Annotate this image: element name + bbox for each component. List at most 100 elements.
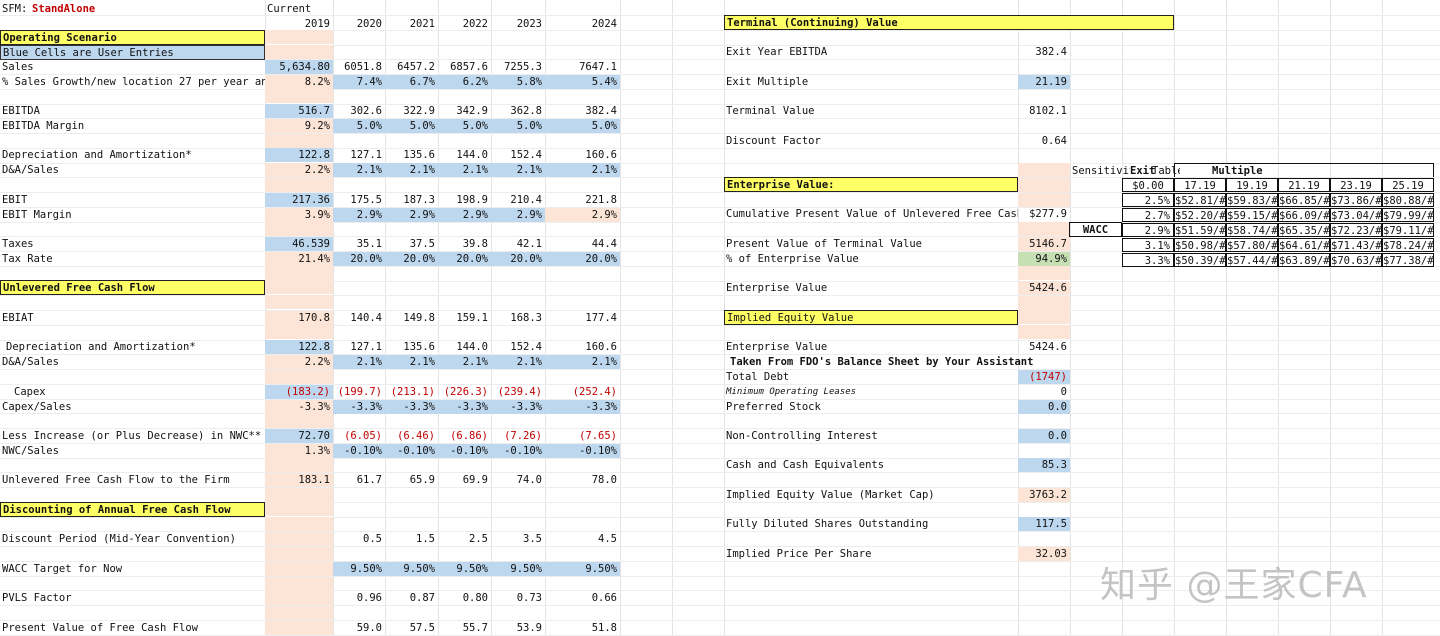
row-value: 198.9 bbox=[456, 194, 488, 206]
row-value: 9.50% bbox=[438, 562, 491, 576]
sensitivity-corner: $0.00 bbox=[1122, 178, 1174, 192]
row-value: 46.539 bbox=[265, 237, 333, 251]
row-value: 9.50% bbox=[385, 562, 438, 576]
valuation-value: 85.3 bbox=[1018, 458, 1070, 472]
row-value: 2.1% bbox=[333, 163, 385, 177]
row-value: 59.0 bbox=[356, 622, 382, 634]
row-value: 5.0% bbox=[545, 119, 620, 133]
row-value: 6051.8 bbox=[344, 61, 382, 73]
row-label: Tax Rate bbox=[2, 253, 53, 265]
row-value: 2.1% bbox=[545, 163, 620, 177]
row-value: (6.46) bbox=[397, 430, 435, 442]
row-value: 2.1% bbox=[385, 355, 438, 369]
row-value: -3.3% bbox=[545, 400, 620, 414]
row-value: 21.4% bbox=[265, 252, 333, 266]
row-value: 122.8 bbox=[265, 148, 333, 162]
row-label: Depreciation and Amortization* bbox=[6, 341, 196, 353]
valuation-value: 5424.6 bbox=[1029, 341, 1067, 353]
row-value: -3.3% bbox=[333, 400, 385, 414]
sensitivity-price: $59.83/# bbox=[1226, 193, 1278, 207]
valuation-label: Preferred Stock bbox=[726, 401, 821, 413]
row-value: 221.8 bbox=[585, 194, 617, 206]
sensitivity-price: $51.59/# bbox=[1174, 223, 1226, 237]
row-value bbox=[265, 591, 333, 605]
row-value: (6.86) bbox=[450, 430, 488, 442]
row-value: 5.0% bbox=[491, 119, 545, 133]
current-column-fill bbox=[265, 370, 333, 384]
row-label: Discount Period (Mid-Year Convention) bbox=[2, 533, 236, 545]
row-label: PVLS Factor bbox=[2, 592, 72, 604]
row-value: 2.9% bbox=[491, 208, 545, 222]
row-value: 2.5 bbox=[469, 533, 488, 545]
row-value: 9.2% bbox=[265, 119, 333, 133]
column-gridline bbox=[1382, 0, 1383, 636]
row-value: 217.36 bbox=[265, 193, 333, 207]
row-value: -0.10% bbox=[545, 444, 620, 458]
row-value: 170.8 bbox=[265, 311, 333, 325]
row-value: (183.2) bbox=[265, 385, 333, 399]
row-value: (239.4) bbox=[497, 386, 542, 398]
valuation-label: Enterprise Value bbox=[726, 282, 828, 294]
valuation-label: Present Value of Terminal Value bbox=[726, 238, 922, 250]
row-value: -3.3% bbox=[438, 400, 491, 414]
row-value: 51.8 bbox=[591, 622, 617, 634]
sensitivity-price: $66.09/# bbox=[1278, 208, 1330, 222]
value-column-fill bbox=[1018, 222, 1070, 236]
row-value: 7647.1 bbox=[579, 61, 617, 73]
value-column-fill bbox=[1018, 266, 1070, 280]
row-value: 0.87 bbox=[409, 592, 435, 604]
row-value: 2.1% bbox=[438, 355, 491, 369]
row-value: 65.9 bbox=[409, 474, 435, 486]
row-value: -3.3% bbox=[491, 400, 545, 414]
row-value: 168.3 bbox=[510, 312, 542, 324]
valuation-value: 0.0 bbox=[1018, 429, 1070, 443]
row-value: (7.26) bbox=[504, 430, 542, 442]
row-value: 175.5 bbox=[350, 194, 382, 206]
sensitivity-price: $52.20/# bbox=[1174, 208, 1226, 222]
row-value: 382.4 bbox=[585, 105, 617, 117]
sensitivity-price: $78.24/# bbox=[1382, 238, 1434, 252]
model-name: StandAlone bbox=[32, 3, 96, 15]
row-value bbox=[265, 621, 333, 635]
year-header: 2020 bbox=[356, 18, 382, 30]
row-value: 140.4 bbox=[350, 312, 382, 324]
wacc-value: 2.5% bbox=[1122, 193, 1174, 207]
row-gridline bbox=[0, 133, 1440, 134]
column-gridline bbox=[620, 0, 621, 636]
row-value: 6857.6 bbox=[450, 61, 488, 73]
valuation-value: 32.03 bbox=[1018, 547, 1070, 561]
wacc-value: 3.1% bbox=[1122, 238, 1174, 252]
sensitivity-price: $77.38/# bbox=[1382, 253, 1434, 267]
row-gridline bbox=[0, 369, 1440, 370]
current-column-fill bbox=[265, 488, 333, 502]
wacc-value: 2.7% bbox=[1122, 208, 1174, 222]
multiple-header: 25.19 bbox=[1382, 178, 1434, 192]
current-column-fill bbox=[265, 30, 333, 44]
sensitivity-price: $80.88/# bbox=[1382, 193, 1434, 207]
row-value: (213.1) bbox=[390, 386, 435, 398]
multiple-header: 17.19 bbox=[1174, 178, 1226, 192]
watermark-text: 知乎 @王家CFA bbox=[1100, 565, 1368, 606]
sensitivity-price: $52.81/# bbox=[1174, 193, 1226, 207]
sensitivity-price: $65.35/# bbox=[1278, 223, 1330, 237]
row-value: 2.2% bbox=[265, 355, 333, 369]
row-value: 53.9 bbox=[516, 622, 542, 634]
current-column-fill bbox=[265, 178, 333, 192]
row-value: 0.5 bbox=[363, 533, 382, 545]
row-value: 5.0% bbox=[385, 119, 438, 133]
row-label: % Sales Growth/new location 27 per year … bbox=[2, 76, 265, 88]
row-value: 159.1 bbox=[456, 312, 488, 324]
sensitivity-price: $72.23/# bbox=[1330, 223, 1382, 237]
row-value: 152.4 bbox=[510, 149, 542, 161]
sensitivity-price: $79.11/# bbox=[1382, 223, 1434, 237]
year-header: 2022 bbox=[462, 18, 488, 30]
row-value: 57.5 bbox=[409, 622, 435, 634]
valuation-value: 0.0 bbox=[1018, 400, 1070, 414]
valuation-label: Discount Factor bbox=[726, 135, 821, 147]
row-label: Less Increase (or Plus Decrease) in NWC*… bbox=[2, 430, 262, 442]
row-value: 20.0% bbox=[385, 252, 438, 266]
row-value: 7255.3 bbox=[504, 61, 542, 73]
row-value: (7.65) bbox=[579, 430, 617, 442]
row-value: 5,634.80 bbox=[265, 60, 333, 74]
row-value: 42.1 bbox=[516, 238, 542, 250]
